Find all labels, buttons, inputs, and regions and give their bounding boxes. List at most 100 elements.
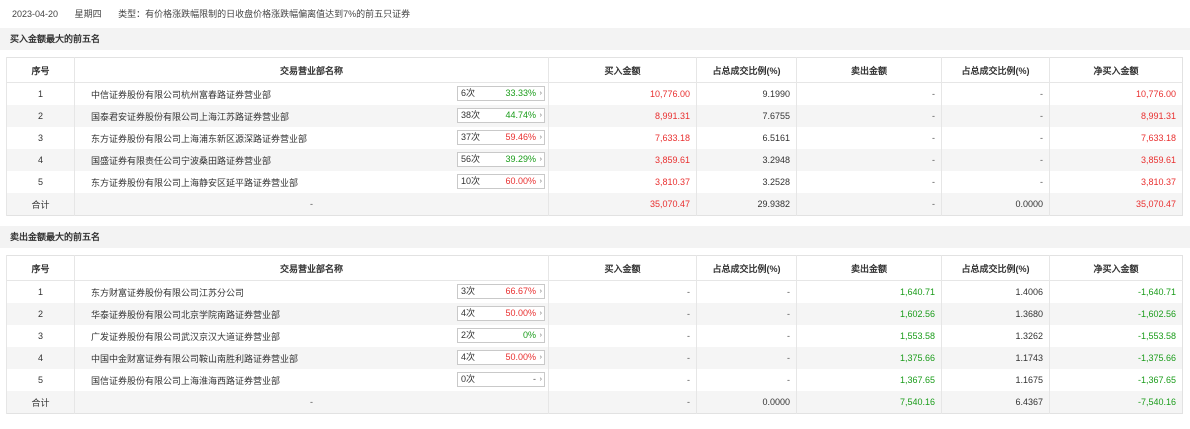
sell-ratio: 1.3680 <box>941 303 1050 325</box>
dept-cell: 广发证券股份有限公司武汉京汉大道证券营业部 2次 0% › <box>74 325 549 347</box>
buy-ratio: 3.2528 <box>696 171 797 193</box>
count-dropdown[interactable]: 4次 50.00% › <box>457 306 545 321</box>
win-rate-label: 59.46% <box>505 132 536 142</box>
count-dropdown[interactable]: 38次 44.74% › <box>457 108 545 123</box>
sell-amount: - <box>796 105 942 127</box>
win-rate-label: 44.74% <box>505 110 536 120</box>
total-row: 合计 - -0.0000 7,540.16 6.4367 -7,540.16 <box>6 391 1183 414</box>
dept-name-link[interactable]: 东方证券股份有限公司上海浦东新区源深路证券营业部 <box>91 132 307 145</box>
sell-ratio: 1.1675 <box>941 369 1050 391</box>
col-sell-ratio-header: 占总成交比例(%) <box>941 57 1050 83</box>
buy-amount: - <box>548 347 697 369</box>
sell-amount: - <box>796 149 942 171</box>
sell-ratio: 1.4006 <box>941 280 1050 303</box>
top-info-bar: 2023-04-20 星期四 类型：有价格涨跌幅限制的日收盘价格涨跌幅偏离值达到… <box>0 0 1190 28</box>
count-dropdown[interactable]: 3次 66.67% › <box>457 284 545 299</box>
count-label: 56次 <box>461 154 481 164</box>
sell-amount: 1,602.56 <box>796 303 942 325</box>
dept-name-link[interactable]: 东方财富证券股份有限公司江苏分公司 <box>91 286 244 299</box>
table-row: 3 东方证券股份有限公司上海浦东新区源深路证券营业部 37次 59.46% › 7,633… <box>6 127 1183 149</box>
buy-ratio: 0.0000 <box>696 391 797 414</box>
col-sell-amount-header: 卖出金额 <box>796 57 942 83</box>
chevron-right-icon: › <box>539 90 542 97</box>
dept-cell: 国泰君安证券股份有限公司上海江苏路证券营业部 38次 44.74% › <box>74 105 549 127</box>
net-amount: -1,640.71 <box>1049 280 1183 303</box>
dept-cell: 华泰证券股份有限公司北京学院南路证券营业部 4次 50.00% › <box>74 303 549 325</box>
dept-name-link[interactable]: 中信证券股份有限公司杭州富春路证券营业部 <box>91 88 271 101</box>
sell-table-wrap: 序号 交易营业部名称 买入金额 占总成交比例(%) 卖出金额 占总成交比例(%) 净买入金额… <box>0 248 1190 418</box>
col-index-header: 序号 <box>6 57 75 83</box>
buy-amount: - <box>548 303 697 325</box>
col-sell-amount-header: 卖出金额 <box>796 255 942 281</box>
table-row: 2 国泰君安证券股份有限公司上海江苏路证券营业部 38次 44.74% › 8,991.3… <box>6 105 1183 127</box>
count-label: 3次 <box>461 286 476 296</box>
count-label: 38次 <box>461 110 481 120</box>
row-index: 4 <box>6 347 75 369</box>
win-rate-label: 50.00% <box>505 308 536 318</box>
dept-cell: 东方证券股份有限公司上海静安区延平路证券营业部 10次 60.00% › <box>74 171 549 193</box>
dept-name-link[interactable]: 国盛证券有限责任公司宁波桑田路证券营业部 <box>91 154 271 167</box>
chevron-right-icon: › <box>539 354 542 361</box>
sell-ratio: - <box>941 127 1050 149</box>
count-label: 37次 <box>461 132 481 142</box>
row-index: 1 <box>6 82 75 105</box>
count-dropdown[interactable]: 56次 39.29% › <box>457 152 545 167</box>
buy-ratio: - <box>696 303 797 325</box>
sell-amount: - <box>796 193 942 216</box>
sell-ratio: 1.1743 <box>941 347 1050 369</box>
count-dropdown[interactable]: 6次 33.33% › <box>457 86 545 101</box>
net-amount: -1,375.66 <box>1049 347 1183 369</box>
dept-cell: 国盛证券有限责任公司宁波桑田路证券营业部 56次 39.29% › <box>74 149 549 171</box>
row-index: 合计 <box>6 193 75 216</box>
net-amount: -1,553.58 <box>1049 325 1183 347</box>
row-index: 3 <box>6 127 75 149</box>
dept-name-link[interactable]: 中国中金财富证券有限公司鞍山南胜利路证券营业部 <box>91 352 298 365</box>
sell-table: 序号 交易营业部名称 买入金额 占总成交比例(%) 卖出金额 占总成交比例(%) 净买入金额… <box>6 255 1183 414</box>
dept-name-link[interactable]: 广发证券股份有限公司武汉京汉大道证券营业部 <box>91 330 280 343</box>
net-amount: 10,776.00 <box>1049 82 1183 105</box>
sell-ratio: - <box>941 105 1050 127</box>
count-label: 10次 <box>461 176 481 186</box>
count-dropdown[interactable]: 2次 0% › <box>457 328 545 343</box>
table-row: 1 东方财富证券股份有限公司江苏分公司 3次 66.67% › - -1,640.71 1.4… <box>6 280 1183 303</box>
sell-amount: 1,640.71 <box>796 280 942 303</box>
col-buy-ratio-header: 占总成交比例(%) <box>696 255 797 281</box>
chevron-right-icon: › <box>539 134 542 141</box>
col-dept-name-header: 交易营业部名称 <box>74 57 549 83</box>
dept-name-link[interactable]: 华泰证券股份有限公司北京学院南路证券营业部 <box>91 308 280 321</box>
count-label: 0次 <box>461 374 476 384</box>
row-index: 5 <box>6 369 75 391</box>
count-dropdown[interactable]: 37次 59.46% › <box>457 130 545 145</box>
table-row: 2 华泰证券股份有限公司北京学院南路证券营业部 4次 50.00% › - -1,602.5… <box>6 303 1183 325</box>
chevron-right-icon: › <box>539 288 542 295</box>
row-index: 1 <box>6 280 75 303</box>
count-label: 6次 <box>461 88 476 98</box>
row-index: 2 <box>6 105 75 127</box>
sell-ratio: 0.0000 <box>941 193 1050 216</box>
count-dropdown[interactable]: 0次 - › <box>457 372 545 387</box>
weekday: 星期四 <box>74 9 102 19</box>
type-description: 类型：有价格涨跌幅限制的日收盘价格涨跌幅偏离值达到7%的前五只证券 <box>118 9 411 19</box>
win-rate-label: 60.00% <box>505 176 536 186</box>
net-amount: 8,991.31 <box>1049 105 1183 127</box>
count-dropdown[interactable]: 4次 50.00% › <box>457 350 545 365</box>
sell-ratio: - <box>941 82 1050 105</box>
dept-cell: - <box>74 193 549 216</box>
buy-ratio: 7.6755 <box>696 105 797 127</box>
col-index-header: 序号 <box>6 255 75 281</box>
buy-amount: 35,070.47 <box>548 193 697 216</box>
chevron-right-icon: › <box>539 112 542 119</box>
total-row: 合计 -35,070.47 29.9382-0.0000 35,070.47 <box>6 193 1183 216</box>
dept-name-link[interactable]: 国泰君安证券股份有限公司上海江苏路证券营业部 <box>91 110 289 123</box>
buy-ratio: 6.5161 <box>696 127 797 149</box>
net-amount: 3,859.61 <box>1049 149 1183 171</box>
sell-amount: - <box>796 171 942 193</box>
row-index: 3 <box>6 325 75 347</box>
dept-name-link[interactable]: 东方证券股份有限公司上海静安区延平路证券营业部 <box>91 176 298 189</box>
col-sell-ratio-header: 占总成交比例(%) <box>941 255 1050 281</box>
count-dropdown[interactable]: 10次 60.00% › <box>457 174 545 189</box>
dept-name-link[interactable]: 国信证券股份有限公司上海淮海西路证券营业部 <box>91 374 280 387</box>
chevron-right-icon: › <box>539 332 542 339</box>
sell-section-title: 卖出金额最大的前五名 <box>0 226 1190 248</box>
buy-amount: 8,991.31 <box>548 105 697 127</box>
